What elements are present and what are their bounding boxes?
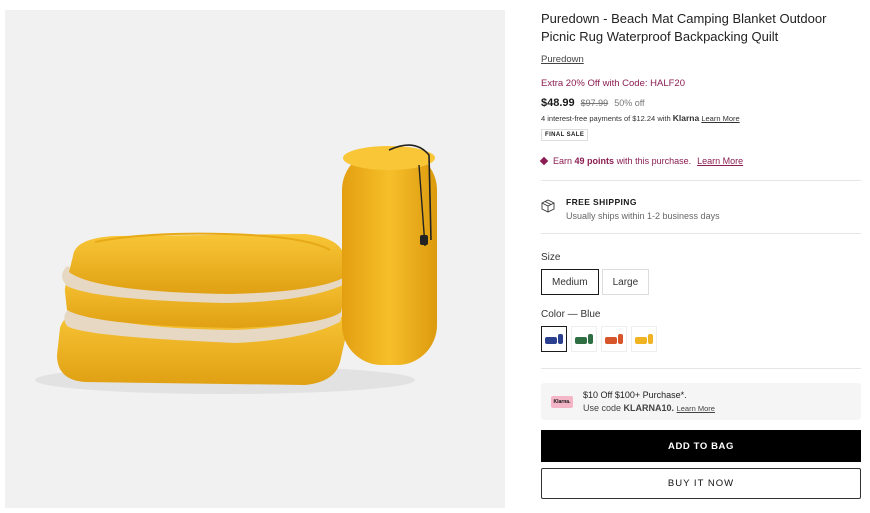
klarna-promo-title: $10 Off $100+ Purchase*.	[583, 390, 687, 400]
color-selector	[541, 326, 861, 352]
points-value: 49 points	[574, 156, 615, 166]
product-info: Puredown - Beach Mat Camping Blanket Out…	[539, 10, 861, 499]
price-row: $48.99 $97.99 50% off	[541, 97, 861, 109]
klarna-promo-banner: Klarna. $10 Off $100+ Purchase*. Use cod…	[541, 383, 861, 420]
size-label: Size	[541, 252, 561, 263]
shipping-subtitle: Usually ships within 1-2 business days	[566, 211, 720, 221]
color-swatch-orange[interactable]	[601, 326, 627, 352]
size-selector: Medium Large	[541, 269, 861, 295]
color-swatch-blue[interactable]	[541, 326, 567, 352]
divider	[541, 233, 861, 234]
folded-blanket	[57, 232, 346, 385]
product-title: Puredown - Beach Mat Camping Blanket Out…	[541, 11, 827, 44]
size-option-medium[interactable]: Medium	[541, 269, 599, 295]
box-icon	[541, 199, 555, 213]
divider	[541, 368, 861, 369]
blanket-illustration	[35, 144, 437, 394]
compare-price: $97.99	[580, 98, 609, 108]
points-text: Earn 49 points with this purchase.	[553, 156, 692, 166]
klarna-promo-learn-more-link[interactable]: Learn More	[677, 404, 715, 413]
shipping-info: FREE SHIPPING Usually ships within 1-2 b…	[541, 197, 861, 221]
shipping-title: FREE SHIPPING	[566, 197, 637, 207]
add-to-bag-button[interactable]: ADD TO BAG	[541, 430, 861, 462]
divider	[541, 180, 861, 181]
klarna-logo: Klarna.	[551, 395, 573, 408]
discount-label: 50% off	[614, 98, 645, 108]
sale-price: $48.99	[541, 97, 575, 109]
color-label: Color — Blue	[541, 309, 601, 320]
points-learn-more-link[interactable]: Learn More	[697, 156, 743, 166]
product-image[interactable]	[5, 10, 505, 508]
brand-link[interactable]: Puredown	[541, 54, 584, 65]
klarna-brand: Klarna	[672, 113, 700, 123]
final-sale-badge: FINAL SALE	[541, 129, 589, 141]
stuff-sack	[342, 144, 437, 365]
diamond-icon	[539, 156, 549, 166]
size-option-large[interactable]: Large	[601, 269, 650, 295]
klarna-installments-text: 4 interest-free payments of $12.24 with	[541, 114, 671, 123]
rewards-points: Earn 49 points with this purchase. Learn…	[539, 156, 861, 166]
color-swatch-green[interactable]	[571, 326, 597, 352]
klarna-learn-more-link[interactable]: Learn More	[701, 114, 739, 123]
promo-code-text: Extra 20% Off with Code: HALF20	[541, 78, 685, 89]
klarna-promo-code: Use code KLARNA10. Learn More	[583, 403, 715, 413]
klarna-installments: 4 interest-free payments of $12.24 with …	[541, 113, 861, 123]
color-swatch-yellow[interactable]	[631, 326, 657, 352]
buy-it-now-button[interactable]: BUY IT NOW	[541, 468, 861, 499]
